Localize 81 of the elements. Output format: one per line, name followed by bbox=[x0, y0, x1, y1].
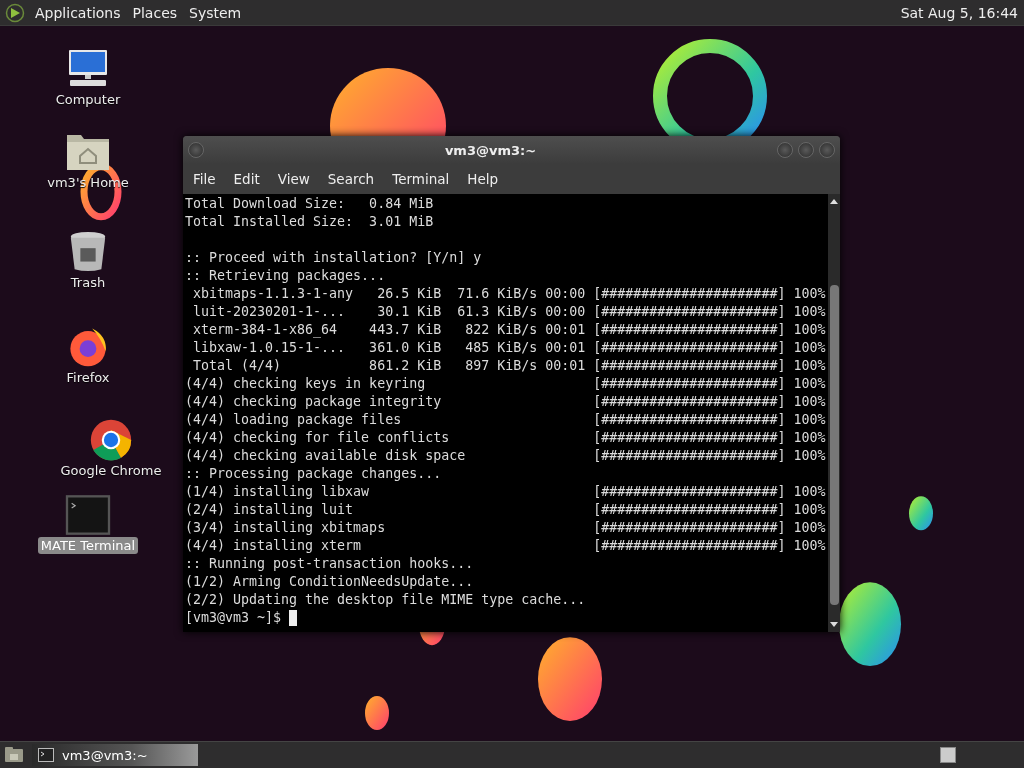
output-line: luit-20230201-1-... 30.1 KiB 61.3 KiB/s 00:00 bbox=[192, 303, 586, 321]
progress-text: [######################] bbox=[593, 303, 786, 321]
window-title: vm3@vm3:~ bbox=[443, 142, 538, 158]
progress-text: [######################] bbox=[593, 447, 786, 465]
output-line: xbitmaps-1.1.3-1-any 26.5 KiB 71.6 KiB/s 00:00 bbox=[192, 285, 586, 303]
panel-menu[interactable]: Applications bbox=[31, 4, 125, 21]
desktop-icon-label[interactable]: Computer bbox=[52, 91, 124, 108]
output-line: (4/4) checking package integrity bbox=[185, 393, 443, 411]
output-line: Total Installed Size: 3.01 MiB bbox=[185, 213, 434, 231]
percent-text: 100% bbox=[793, 501, 826, 519]
menu-logo-icon[interactable] bbox=[5, 2, 25, 23]
output-line: :: Processing package changes... bbox=[185, 465, 442, 483]
minimize-button[interactable] bbox=[777, 142, 793, 158]
progress-text: [######################] bbox=[593, 483, 786, 501]
progress-text: [######################] bbox=[593, 375, 786, 393]
output-line: Total (4/4) 861.2 KiB 897 KiB/s 00:01 bbox=[192, 357, 586, 375]
output-line: (4/4) installing xterm bbox=[185, 537, 363, 555]
output-line: (1/2) Arming ConditionNeedsUpdate... bbox=[185, 573, 474, 591]
output-line: libxaw-1.0.15-1-... 361.0 KiB 485 KiB/s 00:01 bbox=[192, 339, 586, 357]
terminal-icon bbox=[38, 748, 54, 762]
clock[interactable]: Sat Aug 5, 16:44 bbox=[898, 4, 1020, 21]
scrollbar-thumb[interactable] bbox=[829, 285, 839, 605]
progress-text: [######################] bbox=[593, 393, 786, 411]
progress-text: [######################] bbox=[593, 285, 786, 303]
percent-text: 100% bbox=[793, 393, 826, 411]
progress-text: [######################] bbox=[593, 411, 786, 429]
show-desktop-icon[interactable] bbox=[4, 746, 24, 764]
progress-text: [######################] bbox=[593, 339, 786, 357]
percent-text: 100% bbox=[793, 411, 826, 429]
taskbar-button[interactable]: vm3@vm3:~ bbox=[32, 744, 198, 766]
percent-text: 100% bbox=[793, 357, 826, 375]
percent-text: 100% bbox=[793, 483, 826, 501]
percent-text: 100% bbox=[793, 519, 826, 537]
menu-item[interactable]: Search bbox=[321, 171, 381, 187]
close-button[interactable] bbox=[819, 142, 835, 158]
window-menu-button[interactable] bbox=[188, 142, 204, 158]
scroll-down-icon[interactable] bbox=[829, 621, 839, 629]
output-line: :: Running post-transaction hooks... bbox=[185, 555, 474, 573]
panel-menu[interactable]: Places bbox=[128, 4, 182, 21]
scroll-up-icon[interactable] bbox=[829, 197, 839, 205]
shell-prompt: [vm3@vm3 ~]$ bbox=[185, 609, 282, 627]
output-line: :: Proceed with installation? [Y/n] y bbox=[185, 249, 482, 267]
progress-text: [######################] bbox=[593, 537, 786, 555]
terminal-icon bbox=[63, 494, 113, 536]
progress-text: [######################] bbox=[593, 501, 786, 519]
workspace-switcher[interactable] bbox=[940, 747, 956, 763]
maximize-button[interactable] bbox=[798, 142, 814, 158]
percent-text: 100% bbox=[793, 375, 826, 393]
percent-text: 100% bbox=[793, 339, 826, 357]
menu-item[interactable]: Help bbox=[461, 171, 505, 187]
scrollbar[interactable] bbox=[828, 194, 840, 632]
menu-item[interactable]: Edit bbox=[227, 171, 266, 187]
progress-text: [######################] bbox=[593, 429, 786, 447]
menu-item[interactable]: Terminal bbox=[386, 171, 456, 187]
output-line: (1/4) installing libxaw bbox=[185, 483, 371, 501]
menu-item[interactable]: View bbox=[271, 171, 316, 187]
output-line: (2/4) installing luit bbox=[185, 501, 355, 519]
output-line: xterm-384-1-x86_64 443.7 KiB 822 KiB/s 00:01 bbox=[192, 321, 586, 339]
menu-item[interactable]: File bbox=[187, 171, 222, 187]
percent-text: 100% bbox=[793, 303, 826, 321]
percent-text: 100% bbox=[793, 429, 826, 447]
desktop-icon-label[interactable]: Google Chrome bbox=[57, 462, 165, 479]
panel-menu[interactable]: System bbox=[185, 4, 246, 21]
output-line: :: Retrieving packages... bbox=[185, 267, 386, 285]
desktop-icon-label[interactable]: Trash bbox=[67, 274, 109, 291]
progress-text: [######################] bbox=[593, 357, 786, 375]
output-line: (2/2) Updating the desktop file MIME type cache... bbox=[185, 591, 586, 609]
output-line: (4/4) checking for file conflicts bbox=[185, 429, 451, 447]
output-line: Total Download Size: 0.84 MiB bbox=[185, 195, 434, 213]
text-cursor bbox=[289, 610, 298, 626]
output-line: (4/4) checking keys in keyring bbox=[185, 375, 427, 393]
percent-text: 100% bbox=[793, 321, 826, 339]
output-line: (4/4) loading package files bbox=[185, 411, 403, 429]
progress-text: [######################] bbox=[593, 519, 786, 537]
percent-text: 100% bbox=[793, 537, 826, 555]
output-line: (3/4) installing xbitmaps bbox=[185, 519, 387, 537]
progress-text: [######################] bbox=[593, 321, 786, 339]
desktop-icon-label[interactable]: Firefox bbox=[63, 369, 113, 386]
percent-text: 100% bbox=[793, 285, 826, 303]
percent-text: 100% bbox=[793, 447, 826, 465]
output-line: (4/4) checking available disk space bbox=[185, 447, 467, 465]
